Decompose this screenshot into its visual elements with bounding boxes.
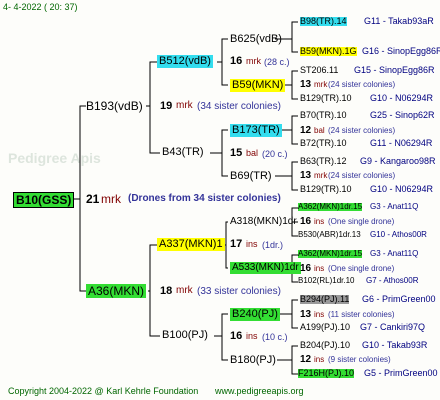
gen4-info: G10 - N06294R <box>370 93 434 103</box>
gen4-name: B129(TR).10 <box>300 93 352 103</box>
gen4-name: B72(TR).10 <box>300 138 347 148</box>
gen3-num: 12 <box>300 125 312 136</box>
gen3-name: B180(PJ) <box>230 354 276 366</box>
gen4-info: G3 - Anat11Q <box>370 202 419 211</box>
gen2-b-note: (20 c.) <box>262 149 288 159</box>
gen2-a-num: 16 <box>230 55 243 67</box>
gen3-num: 13 <box>300 309 312 320</box>
gen4-name: A362(MKN)1dr.15 <box>298 202 363 211</box>
gen4-info: G11 - N06294R <box>370 138 433 148</box>
gen1-top-name: B193(vdB) <box>86 99 143 113</box>
gen3-note: (11 sister colonies) <box>328 310 395 319</box>
gen4-info: G5 - PrimGreen00 <box>364 368 438 378</box>
gen4-name: F216H(PJ).10 <box>298 368 355 378</box>
gen4-name: A362(MKN)1dr.15 <box>298 249 363 258</box>
pedigree-chart: Pedigree Apis 4- 4-2022 (20: 37) Copyri… <box>0 0 440 400</box>
gen4-info: G10 - Athos00R <box>370 230 427 239</box>
footer-url[interactable]: www.pedigreeapis.org <box>215 387 304 396</box>
gen4-info: G10 - Takab93R <box>362 340 428 350</box>
gen3-num: 16 <box>300 216 312 227</box>
gen4-info: G10 - N06294R <box>370 184 434 194</box>
gen3-mark: ins <box>314 217 325 226</box>
gen3-mark: ins <box>314 355 325 364</box>
gen2-c-name: A337(MKN)1 <box>157 238 225 251</box>
gen3-mark: mrk <box>314 80 328 89</box>
gen4-info: G6 - PrimGreen00 <box>362 294 436 304</box>
gen1-top-note: (34 sister colonies) <box>197 101 281 112</box>
gen3-name: B240(PJ) <box>230 308 280 321</box>
footer-copyright: Copyright 2004-2022 @ Karl Kehrle Founda… <box>8 386 199 396</box>
gen3-name: B173(TR) <box>230 124 282 137</box>
gen4-name: B294(PJ).11 <box>300 294 350 304</box>
gen3-mark: ins <box>314 310 325 319</box>
gen2-a-mark: mrk <box>246 56 261 66</box>
gen3-num: 12 <box>300 354 312 365</box>
gen2-b-mark: bal <box>246 148 259 158</box>
gen4-name: B129(TR).10 <box>300 184 352 194</box>
root-num: 21 <box>86 192 100 206</box>
gen3-num: 13 <box>300 79 312 90</box>
gen2-c-mark: ins <box>246 239 258 249</box>
gen4-info: G25 - Sinop62R <box>370 110 435 120</box>
gen2-d-mark: ins <box>246 331 258 341</box>
header-date: 4- 4-2022 ( 20: 37) <box>3 2 78 12</box>
gen1-top-mark: mrk <box>176 100 193 111</box>
gen3-num: 16 <box>300 263 312 274</box>
gen4-info: G7 - Athos00R <box>366 276 419 285</box>
gen4-info: G11 - Takab93aR <box>364 16 434 26</box>
gen4-name: B63(TR).12 <box>300 156 347 166</box>
gen3-name: B69(TR) <box>230 170 272 182</box>
gen4-name: B59(MKN).1G <box>300 46 357 56</box>
gen4-name: B98(TR).14 <box>300 16 347 26</box>
gen2-d-name: B100(PJ) <box>162 329 208 341</box>
gen3-num: 13 <box>300 170 312 181</box>
gen3-name: B59(MKN) <box>230 79 286 92</box>
gen2-b-num: 15 <box>230 147 243 159</box>
gen2-b-name: B43(TR) <box>162 146 204 158</box>
gen3-name: B625(vdB) <box>230 33 282 45</box>
gen1-bot-num: 18 <box>160 285 173 297</box>
gen3-name: A318(MKN)1dr <box>230 216 297 227</box>
gen3-mark: mrk <box>314 171 328 180</box>
gen4-name: ST206.11 <box>300 65 339 75</box>
gen3-note: (24 sister colonies) <box>328 126 396 135</box>
gen1-bot-name: A36(MKN) <box>86 284 147 298</box>
gen3-name: A533(MKN)1dr <box>230 262 301 274</box>
gen2-d-note: (10 c.) <box>262 332 288 342</box>
gen4-name: B102(RL)1dr.10 <box>298 276 355 285</box>
gen4-info: G9 - Kangaroo98R <box>360 156 436 166</box>
gen4-info: G15 - SinopEgg86R <box>354 65 435 75</box>
gen1-top-num: 19 <box>160 100 173 112</box>
gen2-d-num: 16 <box>230 330 243 342</box>
gen4-name: B530(ABR)1dr.13 <box>298 230 361 239</box>
gen4-name: B204(PJ).10 <box>300 340 351 350</box>
gen3-mark: ins <box>314 264 325 273</box>
gen4-name: B70(TR).10 <box>300 110 347 120</box>
gen2-c-note: (1dr.) <box>262 240 284 250</box>
gen2-c-num: 17 <box>230 238 243 250</box>
root-drones: (Drones from 34 sister colonies) <box>128 193 281 204</box>
root-mark: mrk <box>101 192 121 206</box>
gen2-a-name: B512(vdB) <box>157 55 213 68</box>
root-queen: B10(GSS) <box>13 192 75 208</box>
gen3-note: (One single drone) <box>328 264 395 273</box>
gen3-note: (24 sister colonies) <box>328 80 396 89</box>
gen4-info: G3 - Anat11Q <box>370 249 419 258</box>
gen3-note: (24 sister colonies) <box>328 171 396 180</box>
gen1-bot-note: (33 sister colonies) <box>197 286 281 297</box>
gen4-info: G7 - Cankiri97Q <box>360 322 426 332</box>
gen4-name: A199(PJ).10 <box>300 322 351 332</box>
gen2-a-note: (28 c.) <box>264 57 290 67</box>
gen4-info: G16 - SinopEgg86R <box>362 46 440 56</box>
gen3-note: (9 sister colonies) <box>328 355 391 364</box>
gen1-bot-mark: mrk <box>176 285 193 296</box>
gen3-mark: bal <box>314 126 325 135</box>
gen3-note: (One single drone) <box>328 217 395 226</box>
